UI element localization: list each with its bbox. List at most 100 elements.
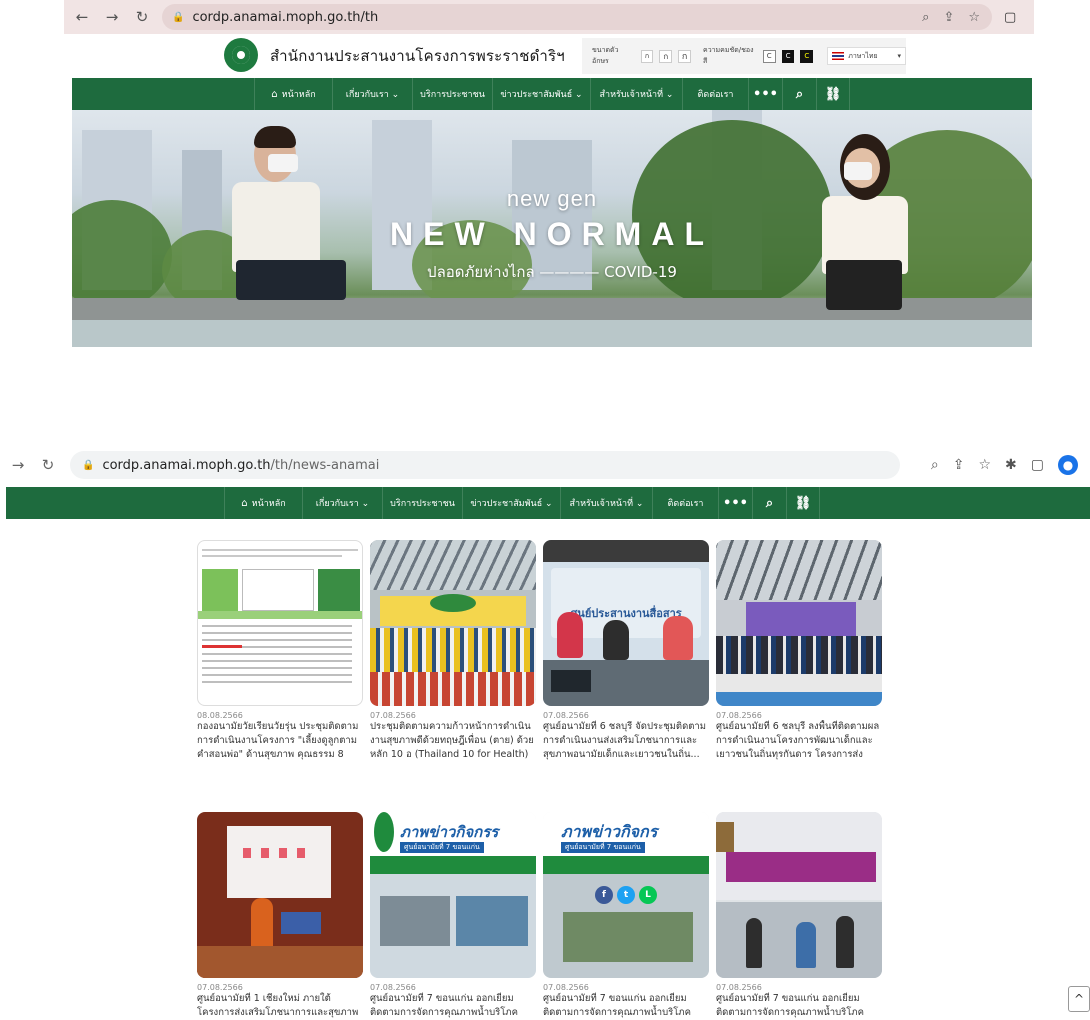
address-bar[interactable]: 🔒 cordp.anamai.moph.go.th /th/news-anama… <box>70 451 900 479</box>
twitter-icon[interactable]: t <box>617 886 635 904</box>
share-icon[interactable]: ⇪ <box>953 457 965 473</box>
font-size-small-button[interactable]: ก <box>640 49 654 63</box>
hero-subtitle: new gen <box>506 186 598 211</box>
language-select[interactable]: ภาษาไทย ▾ <box>827 47 907 65</box>
news-thumbnail[interactable]: ภาพข่าวกิจกรร ศูนย์อนามัยที่ 7 ขอนแก่น <box>370 812 536 978</box>
news-thumbnail[interactable] <box>370 540 536 706</box>
news-title[interactable]: ประชุมติดตามความก้าวหน้าการดำเนินงานสุขภ… <box>370 720 536 762</box>
profile-avatar[interactable]: ● <box>1058 455 1078 475</box>
thai-flag-icon <box>832 52 845 60</box>
news-title[interactable]: ศูนย์อนามัยที่ 7 ขอนแก่น ออกเยี่ยมติดตาม… <box>370 992 536 1020</box>
font-size-medium-button[interactable]: ก <box>659 49 673 63</box>
news-card[interactable]: ศูนย์ประสานงานสื่อสาร 07.08.2566 ศูนย์อน… <box>543 540 709 762</box>
news-thumbnail[interactable] <box>716 540 882 706</box>
news-date: 07.08.2566 <box>370 711 416 720</box>
chevron-up-icon: ^ <box>1073 992 1085 1006</box>
reload-icon[interactable]: ↻ <box>134 8 150 26</box>
nav-news[interactable]: ข่าวประชาสัมพันธ์ ⌄ <box>492 78 590 110</box>
extensions-icon[interactable]: ✱ <box>1005 457 1017 473</box>
news-thumbnail[interactable]: ภาพข่าวกิจกร ศูนย์อนามัยที่ 7 ขอนแก่น f … <box>543 812 709 978</box>
news-title[interactable]: ศูนย์อนามัยที่ 6 ชลบุรี ลงพื้นที่ติดตามผ… <box>716 720 882 762</box>
news-title[interactable]: ศูนย์อนามัยที่ 7 ขอนแก่น ออกเยี่ยมติดตาม… <box>716 992 882 1020</box>
scroll-to-top-button[interactable]: ^ <box>1068 986 1090 1012</box>
nav-home[interactable]: ⌂ หน้าหลัก <box>254 78 332 110</box>
news-thumbnail[interactable] <box>197 812 363 978</box>
news-thumbnail[interactable] <box>197 540 363 706</box>
contrast-yellow-button[interactable]: C <box>800 49 814 63</box>
home-icon: ⌂ <box>271 88 278 100</box>
contrast-label: ความคมชัด/ชองสี <box>703 46 754 65</box>
nav-staff[interactable]: สำหรับเจ้าหน้าที่ ⌄ <box>560 487 652 519</box>
nav-contact[interactable]: ติดต่อเรา <box>652 487 718 519</box>
search-icon[interactable]: ⌕ <box>752 487 786 519</box>
nav-staff[interactable]: สำหรับเจ้าหน้าที่ ⌄ <box>590 78 682 110</box>
news-card[interactable]: 07.08.2566 ศูนย์อนามัยที่ 1 เชียงใหม่ ภา… <box>197 812 363 1020</box>
pond-shape <box>72 320 1032 347</box>
contrast-dark-button[interactable]: C <box>781 49 795 63</box>
news-title[interactable]: กองอนามัยวัยเรียนวัยรุ่น ประชุมติดตามการ… <box>197 720 363 762</box>
sitemap-icon[interactable]: ⛓ <box>816 78 850 110</box>
nav-about[interactable]: เกี่ยวกับเรา ⌄ <box>302 487 382 519</box>
bookmark-star-icon[interactable]: ☆ <box>968 10 980 25</box>
site-title[interactable]: สำนักงานประสานงานโครงการพระราชดำริฯ <box>270 44 565 68</box>
social-share-bar: f t L <box>543 886 709 904</box>
search-icon[interactable]: ⌕ <box>782 78 816 110</box>
side-panel-icon[interactable]: ▢ <box>1031 457 1044 473</box>
news-date: 07.08.2566 <box>543 983 589 992</box>
news-date: 07.08.2566 <box>197 983 243 992</box>
nav-contact[interactable]: ติดต่อเรา <box>682 78 748 110</box>
bookmark-star-icon[interactable]: ☆ <box>978 457 991 473</box>
address-path: /th/news-anamai <box>270 457 380 473</box>
nav-services[interactable]: บริการประชาชน <box>412 78 492 110</box>
font-size-large-button[interactable]: ก <box>678 49 692 63</box>
news-title[interactable]: ศูนย์อนามัยที่ 6 ชลบุรี จัดประชุมติดตามก… <box>543 720 709 762</box>
news-thumbnail[interactable]: ศูนย์ประสานงานสื่อสาร <box>543 540 709 706</box>
home-icon: ⌂ <box>241 497 248 509</box>
news-card[interactable]: 07.08.2566 ประชุมติดตามความก้าวหน้าการดำ… <box>370 540 536 762</box>
zoom-icon[interactable]: ⌕ <box>931 457 939 473</box>
contrast-normal-button[interactable]: C <box>762 49 776 63</box>
accessibility-bar: ขนาดตัวอักษร ก ก ก ความคมชัด/ชองสี C C C… <box>582 38 907 74</box>
news-date: 07.08.2566 <box>543 711 589 720</box>
news-date: 07.08.2566 <box>716 711 762 720</box>
address-url: cordp.anamai.moph.go.th/th <box>192 9 379 25</box>
address-host: cordp.anamai.moph.go.th <box>102 457 271 473</box>
main-nav-top: ⌂ หน้าหลัก เกี่ยวกับเรา ⌄ บริการประชาชน … <box>72 78 1032 110</box>
news-title[interactable]: ศูนย์อนามัยที่ 7 ขอนแก่น ออกเยี่ยมติดตาม… <box>543 992 709 1020</box>
line-icon[interactable]: L <box>639 886 657 904</box>
lock-icon: 🔒 <box>172 11 185 23</box>
side-panel-icon[interactable]: ▢ <box>1004 10 1016 25</box>
nav-home[interactable]: ⌂ หน้าหลัก <box>224 487 302 519</box>
thumb-sub-text: ศูนย์อนามัยที่ 7 ขอนแก่น <box>400 842 484 853</box>
hero-banner[interactable]: new gen NEW NORMAL ปลอดภัยห่างไกล ———— C… <box>72 110 1032 347</box>
language-label: ภาษาไทย <box>848 51 878 60</box>
news-card[interactable]: 07.08.2566 ศูนย์อนามัยที่ 7 ขอนแก่น ออกเ… <box>716 812 882 1020</box>
thumb-sub-text: ศูนย์อนามัยที่ 7 ขอนแก่น <box>561 842 645 853</box>
more-button[interactable]: ••• <box>748 78 782 110</box>
nav-news[interactable]: ข่าวประชาสัมพันธ์ ⌄ <box>462 487 560 519</box>
address-bar[interactable]: 🔒 cordp.anamai.moph.go.th/th ⌕ ⇪ ☆ <box>162 4 992 30</box>
news-card[interactable]: 07.08.2566 ศูนย์อนามัยที่ 6 ชลบุรี ลงพื้… <box>716 540 882 762</box>
back-icon[interactable]: ← <box>74 8 90 26</box>
zoom-icon[interactable]: ⌕ <box>922 10 929 25</box>
lock-icon: 🔒 <box>82 459 95 471</box>
browser-toolbar-top: ← → ↻ 🔒 cordp.anamai.moph.go.th/th ⌕ ⇪ ☆… <box>64 0 1034 34</box>
news-card[interactable]: 08.08.2566 กองอนามัยวัยเรียนวัยรุ่น ประช… <box>197 540 363 762</box>
nav-services[interactable]: บริการประชาชน <box>382 487 462 519</box>
share-icon[interactable]: ⇪ <box>943 10 954 25</box>
main-nav-bottom: ⌂ หน้าหลัก เกี่ยวกับเรา ⌄ บริการประชาชน … <box>6 487 1090 519</box>
reload-icon[interactable]: ↻ <box>40 456 56 474</box>
forward-icon[interactable]: → <box>104 8 120 26</box>
news-title[interactable]: ศูนย์อนามัยที่ 1 เชียงใหม่ ภายใต้โครงการ… <box>197 992 363 1020</box>
sitemap-icon[interactable]: ⛓ <box>786 487 820 519</box>
news-card[interactable]: ภาพข่าวกิจกรร ศูนย์อนามัยที่ 7 ขอนแก่น 0… <box>370 812 536 1020</box>
facebook-icon[interactable]: f <box>595 886 613 904</box>
department-logo[interactable] <box>224 38 258 72</box>
more-button[interactable]: ••• <box>718 487 752 519</box>
thumb-banner-text: ภาพข่าวกิจกรร <box>400 823 499 841</box>
news-thumbnail[interactable] <box>716 812 882 978</box>
site-header: สำนักงานประสานงานโครงการพระราชดำริฯ ขนาด… <box>72 34 1032 78</box>
news-card[interactable]: ภาพข่าวกิจกร ศูนย์อนามัยที่ 7 ขอนแก่น f … <box>543 812 709 1020</box>
nav-about[interactable]: เกี่ยวกับเรา ⌄ <box>332 78 412 110</box>
forward-icon[interactable]: → <box>10 456 26 474</box>
